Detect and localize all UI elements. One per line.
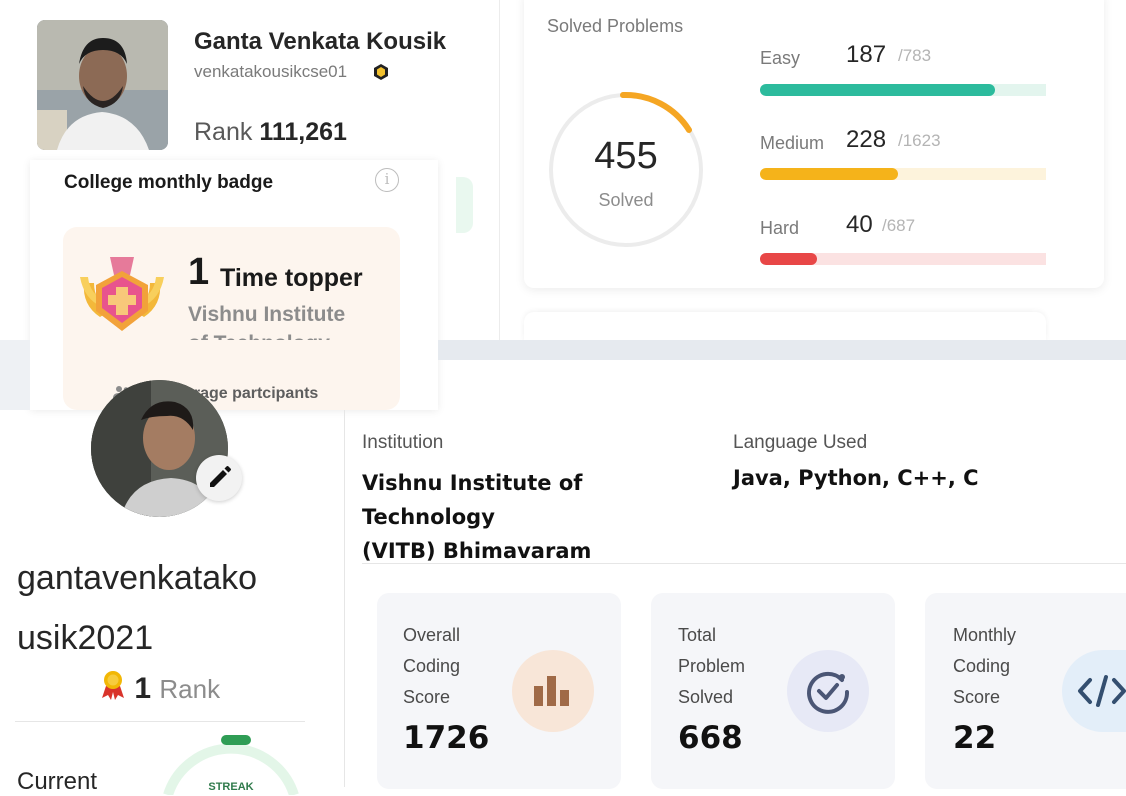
language-label: Language Used <box>733 432 868 453</box>
profile-rank: Rank 111,261 <box>194 118 347 147</box>
easy-label: Easy <box>760 48 801 68</box>
profile-username: venkatakousikcse01 <box>194 62 348 81</box>
divider <box>344 410 345 787</box>
label-line: Monthly <box>953 625 1017 645</box>
divider <box>362 563 1126 564</box>
solved-title: Solved Problems <box>547 16 684 36</box>
language-value: Java, Python, C++, C <box>733 466 979 490</box>
profile-name: Ganta Venkata Kousik <box>194 28 447 55</box>
label-line: Overall <box>403 625 461 645</box>
label-line: Score <box>953 687 1001 707</box>
gfg-rank-number: 1 <box>134 672 152 705</box>
institution-value: Vishnu Institute of Technology (VITB) Bh… <box>362 466 722 568</box>
background-tab <box>456 177 473 233</box>
medal-icon <box>80 257 164 331</box>
easy-bar-fill <box>760 84 995 96</box>
easy-solved: 187 <box>846 41 887 68</box>
medium-bar-fill <box>760 168 898 180</box>
info-icon[interactable]: i <box>375 168 399 192</box>
hard-solved: 40 <box>846 211 873 238</box>
label-line: Total <box>678 625 717 645</box>
check-circle-icon <box>787 650 869 732</box>
hexagon-badge-icon <box>374 64 388 80</box>
easy-total: /783 <box>898 46 932 65</box>
profile-avatar[interactable] <box>37 20 168 150</box>
divider <box>15 721 305 722</box>
edit-avatar-button[interactable] <box>196 455 242 501</box>
institution-value-line1: Vishnu Institute of Technology <box>362 471 583 529</box>
solved-label: Solved <box>598 190 654 210</box>
institution-label: Institution <box>362 432 444 453</box>
hard-total: /687 <box>882 216 916 235</box>
medium-solved: 228 <box>846 126 887 153</box>
streak-text: STREAK <box>208 781 253 793</box>
monthly-coding-score-value: 22 <box>953 720 997 756</box>
next-card <box>524 312 1046 342</box>
label-line: Coding <box>953 656 1011 676</box>
label-line: Coding <box>403 656 461 676</box>
code-icon <box>1062 650 1126 732</box>
gfg-username-line2: usik2021 <box>17 619 154 657</box>
badge-count: 1 <box>188 251 210 293</box>
gfg-rank-label: Rank <box>159 674 221 704</box>
gfg-username-line1: gantavenkatako <box>17 559 258 597</box>
hard-label: Hard <box>760 218 800 238</box>
bar-chart-icon <box>512 650 594 732</box>
current-streak-label: Current <box>17 768 98 795</box>
overall-coding-score-value: 1726 <box>403 720 490 756</box>
gfg-username: gantavenkatako usik2021 <box>17 548 317 668</box>
pencil-icon <box>210 466 231 487</box>
label-line: Problem <box>678 656 746 676</box>
streak-ring: STREAK <box>163 735 299 795</box>
hard-bar-fill <box>760 253 817 265</box>
rank-value: 111,261 <box>259 118 347 146</box>
label-line: Score <box>403 687 451 707</box>
badge-title: College monthly badge <box>64 172 274 193</box>
label-line: Solved <box>678 687 734 707</box>
award-ribbon-icon <box>102 671 124 700</box>
solved-count: 455 <box>594 135 658 177</box>
total-problem-solved-label: Total Problem Solved <box>678 620 778 713</box>
gfg-rank: 1 Rank <box>100 670 220 706</box>
total-problem-solved-value: 668 <box>678 720 743 756</box>
overall-coding-score-label: Overall Coding Score <box>403 620 503 713</box>
monthly-coding-score-label: Monthly Coding Score <box>953 620 1053 713</box>
medium-label: Medium <box>760 133 825 153</box>
rank-label: Rank <box>194 118 253 146</box>
badge-count-label: Time topper <box>220 264 363 292</box>
medium-total: /1623 <box>898 131 941 150</box>
section-separator-edge <box>0 340 30 410</box>
